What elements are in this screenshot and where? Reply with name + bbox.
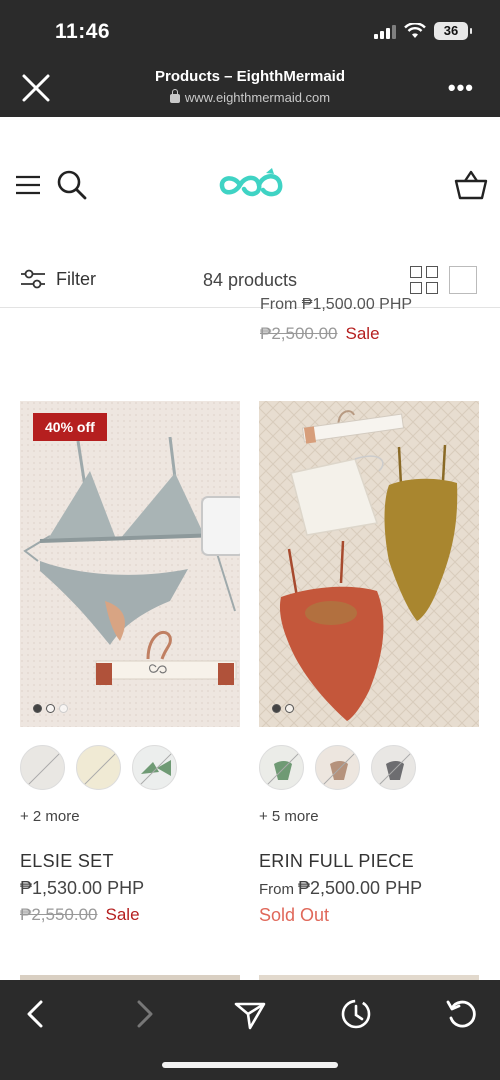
battery-icon: 36 — [434, 22, 472, 40]
product-card[interactable]: 40% off + 2 more ELSIE SET ₱1,530.00 PHP… — [20, 401, 240, 925]
browser-header: 11:46 36 Products – EighthMermaid www.ei… — [0, 0, 500, 117]
carousel-dot[interactable] — [59, 704, 68, 713]
site-header — [0, 117, 500, 252]
color-swatch[interactable] — [20, 745, 65, 790]
product-image[interactable]: 40% off — [20, 401, 240, 727]
partial-product: From ₱1,500.00 PHP ₱2,500.00 Sale — [260, 296, 490, 344]
compare-price: ₱2,550.00 — [20, 905, 98, 924]
reload-icon[interactable] — [444, 996, 480, 1032]
color-swatch[interactable] — [259, 745, 304, 790]
signal-icon — [374, 23, 396, 39]
carousel-dot[interactable] — [285, 704, 294, 713]
cart-icon[interactable] — [454, 169, 488, 201]
product-image[interactable] — [259, 401, 479, 727]
url-display[interactable]: www.eighthmermaid.com — [0, 89, 500, 105]
partial-sale-label: Sale — [345, 324, 380, 343]
product-photo — [20, 401, 240, 727]
grid-one-icon[interactable] — [449, 266, 477, 294]
color-swatches — [20, 745, 240, 790]
swatch-image — [330, 761, 348, 780]
history-icon[interactable] — [338, 996, 374, 1032]
color-swatch[interactable] — [132, 745, 177, 790]
more-options-button[interactable]: ••• — [448, 77, 474, 99]
sale-label: Sale — [105, 905, 140, 924]
sold-out-label: Sold Out — [259, 905, 330, 925]
carousel-dot[interactable] — [46, 704, 55, 713]
wifi-icon — [404, 23, 426, 38]
product-price-row: From ₱2,500.00 PHP — [259, 878, 479, 899]
grid-toggle — [410, 266, 477, 294]
menu-icon[interactable] — [15, 175, 41, 195]
color-swatches — [259, 745, 479, 790]
product-compare-row: ₱2,550.00 Sale — [20, 905, 240, 925]
carousel-dot[interactable] — [272, 704, 281, 713]
product-name[interactable]: ERIN FULL PIECE — [259, 851, 479, 872]
status-time: 11:46 — [55, 20, 111, 43]
product-photo — [259, 401, 479, 727]
partial-from-price: From ₱1,500.00 PHP — [260, 296, 413, 313]
swatch-image — [386, 761, 404, 780]
search-icon[interactable] — [56, 169, 88, 201]
url-text: www.eighthmermaid.com — [184, 90, 331, 105]
logo-icon[interactable] — [216, 165, 286, 205]
discount-badge: 40% off — [33, 413, 107, 441]
color-swatch[interactable] — [315, 745, 360, 790]
color-swatch[interactable] — [76, 745, 121, 790]
product-card[interactable]: + 5 more ERIN FULL PIECE From ₱2,500.00 P… — [259, 401, 479, 926]
more-swatches-link[interactable]: + 5 more — [259, 808, 479, 825]
page-title: Products – EighthMermaid — [154, 68, 346, 85]
image-carousel-dots[interactable] — [272, 704, 294, 713]
back-icon[interactable] — [18, 996, 54, 1032]
swatch-image — [141, 760, 171, 776]
product-price: ₱2,500.00 PHP — [298, 878, 423, 898]
color-swatch[interactable] — [371, 745, 416, 790]
more-swatches-link[interactable]: + 2 more — [20, 808, 240, 825]
grid-four-icon[interactable] — [410, 266, 438, 294]
swatch-image — [274, 761, 292, 780]
lock-icon — [169, 89, 180, 103]
status-indicators: 36 — [374, 22, 472, 40]
image-carousel-dots[interactable] — [33, 704, 68, 713]
partial-compare-price: ₱2,500.00 — [260, 324, 338, 343]
product-name[interactable]: ELSIE SET — [20, 851, 240, 872]
forward-icon[interactable] — [126, 996, 162, 1032]
share-icon[interactable] — [232, 996, 268, 1032]
price-prefix: From — [259, 881, 294, 898]
partial-price-row: ₱2,500.00 Sale — [260, 324, 490, 344]
home-indicator[interactable] — [162, 1062, 338, 1068]
product-price: ₱1,530.00 PHP — [20, 878, 145, 898]
carousel-dot[interactable] — [33, 704, 42, 713]
